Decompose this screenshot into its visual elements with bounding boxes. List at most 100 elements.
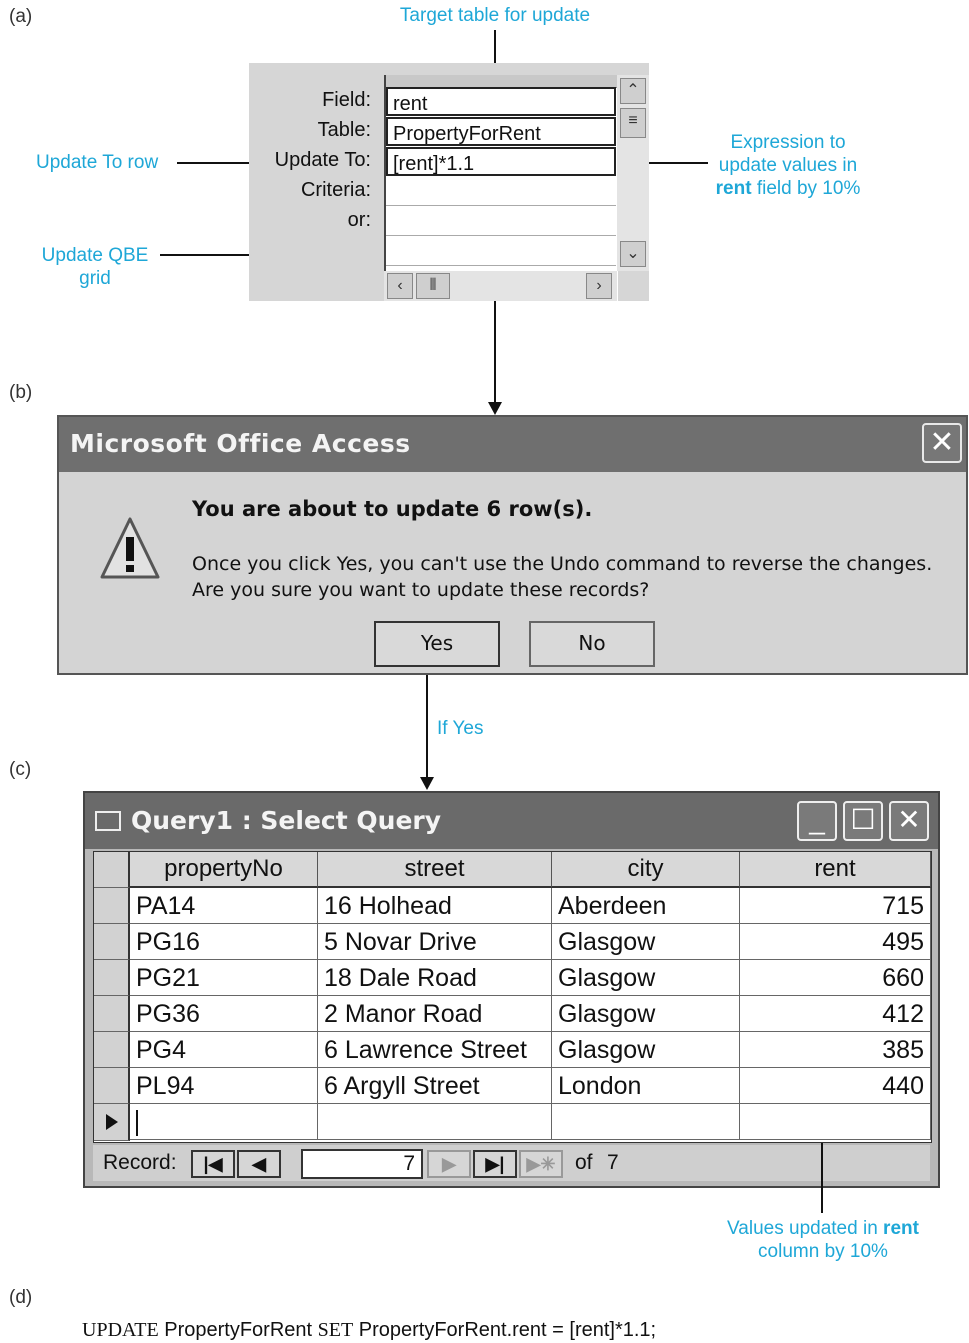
new-record-cell[interactable] bbox=[318, 1104, 552, 1140]
table-cell[interactable]: PG16 bbox=[130, 924, 318, 960]
column-header[interactable]: propertyNo bbox=[130, 852, 318, 888]
table-cell[interactable]: Glasgow bbox=[552, 1032, 740, 1068]
dialog-message-bold: You are about to update 6 row(s). bbox=[192, 497, 593, 521]
table-cell[interactable]: PG4 bbox=[130, 1032, 318, 1068]
close-icon[interactable]: ✕ bbox=[922, 423, 962, 463]
current-record-icon bbox=[106, 1114, 118, 1130]
panel-label-d: (d) bbox=[9, 1287, 33, 1308]
close-window-icon[interactable]: ✕ bbox=[889, 801, 929, 841]
new-record-cell[interactable] bbox=[740, 1104, 931, 1140]
warning-icon bbox=[100, 517, 160, 579]
qbe-label-table: Table: bbox=[317, 119, 371, 141]
table-cell[interactable]: 6 Argyll Street bbox=[318, 1068, 552, 1104]
callout-expression-line2: update values in bbox=[718, 155, 858, 176]
select-all-corner[interactable] bbox=[94, 852, 130, 888]
scroll-right-icon[interactable]: › bbox=[586, 273, 612, 299]
column-header[interactable]: city bbox=[552, 852, 740, 888]
row-selector[interactable] bbox=[94, 1032, 130, 1068]
scroll-up-icon[interactable]: ⌃ bbox=[620, 78, 646, 104]
sql-table: PropertyForRent bbox=[158, 1319, 318, 1341]
maximize-icon[interactable]: ☐ bbox=[843, 801, 883, 841]
record-total: 7 bbox=[607, 1151, 619, 1174]
first-record-icon[interactable]: |◀ bbox=[191, 1150, 235, 1178]
qbe-horizontal-scrollbar[interactable]: ‹ ⦀ › bbox=[384, 271, 617, 301]
callout-values-pre: Values updated in bbox=[727, 1218, 884, 1239]
table-cell[interactable]: PG21 bbox=[130, 960, 318, 996]
table-cell[interactable]: 385 bbox=[740, 1032, 931, 1068]
last-record-icon[interactable]: ▶| bbox=[473, 1150, 517, 1178]
new-record-icon[interactable]: ▶✳ bbox=[519, 1150, 563, 1178]
qbe-vertical-scrollbar[interactable]: ⌃ ≡ ⌄ bbox=[617, 75, 649, 271]
no-button[interactable]: No bbox=[529, 621, 655, 667]
table-cell[interactable]: 5 Novar Drive bbox=[318, 924, 552, 960]
new-record-cell[interactable] bbox=[130, 1104, 318, 1140]
dialog-titlebar[interactable]: Microsoft Office Access ✕ bbox=[59, 417, 966, 472]
callout-values-updated: Values updated in rent column by 10% bbox=[700, 1217, 946, 1263]
row-selector[interactable] bbox=[94, 888, 130, 924]
datasheet-grid: propertyNo street city rent PA14 16 Holh… bbox=[93, 851, 932, 1143]
table-cell[interactable]: PL94 bbox=[130, 1068, 318, 1104]
table-cell[interactable]: 16 Holhead bbox=[318, 888, 552, 924]
qbe-label-or: or: bbox=[347, 209, 371, 231]
hscroll-thumb[interactable]: ⦀ bbox=[416, 273, 450, 299]
dialog-message: Once you click Yes, you can't use the Un… bbox=[192, 551, 932, 603]
new-record-selector[interactable] bbox=[94, 1104, 130, 1141]
sql-keyword-set: SET bbox=[317, 1319, 354, 1341]
column-header[interactable]: street bbox=[318, 852, 552, 888]
panel-label-c: (c) bbox=[9, 759, 32, 780]
row-selector[interactable] bbox=[94, 924, 130, 960]
table-cell[interactable]: 412 bbox=[740, 996, 931, 1032]
previous-record-icon[interactable]: ◀ bbox=[237, 1150, 281, 1178]
sql-assignment: PropertyForRent.rent = [rent]*1.1; bbox=[353, 1319, 657, 1341]
callout-qbe-grid-line1: Update QBE bbox=[41, 245, 149, 266]
new-record-cell[interactable] bbox=[552, 1104, 740, 1140]
row-selector[interactable] bbox=[94, 1068, 130, 1104]
table-cell[interactable]: Aberdeen bbox=[552, 888, 740, 924]
table-cell[interactable]: 715 bbox=[740, 888, 931, 924]
scroll-down-icon[interactable]: ⌄ bbox=[620, 241, 646, 267]
update-qbe-grid: Field: Table: Update To: Criteria: or: r… bbox=[249, 63, 649, 301]
table-cell[interactable]: Glasgow bbox=[552, 996, 740, 1032]
table-cell[interactable]: PG36 bbox=[130, 996, 318, 1032]
column-header[interactable]: rent bbox=[740, 852, 931, 888]
qbe-or-cell[interactable] bbox=[386, 207, 616, 236]
query-titlebar[interactable]: Query1 : Select Query _ ☐ ✕ bbox=[85, 793, 938, 849]
qbe-label-criteria: Criteria: bbox=[300, 179, 371, 201]
qbe-field-cell[interactable]: rent bbox=[386, 87, 616, 116]
minimize-icon[interactable]: _ bbox=[797, 801, 837, 841]
table-cell[interactable]: PA14 bbox=[130, 888, 318, 924]
table-cell[interactable]: Glasgow bbox=[552, 960, 740, 996]
row-selector[interactable] bbox=[94, 960, 130, 996]
record-navigator: Record: |◀ ◀ 7 ▶ ▶| ▶✳ of 7 bbox=[93, 1145, 930, 1181]
dialog-message-line2: Are you sure you want to update these re… bbox=[192, 579, 650, 601]
next-record-icon[interactable]: ▶ bbox=[427, 1150, 471, 1178]
callout-target-table: Target table for update bbox=[399, 5, 591, 26]
record-label: Record: bbox=[103, 1151, 177, 1174]
arrow-head-a-to-b bbox=[488, 402, 502, 415]
callout-qbe-grid: Update QBE grid bbox=[30, 244, 160, 290]
table-cell[interactable]: 18 Dale Road bbox=[318, 960, 552, 996]
callout-expression-line1: Expression to bbox=[730, 132, 846, 153]
yes-button[interactable]: Yes bbox=[374, 621, 500, 667]
query-window: Query1 : Select Query _ ☐ ✕ propertyNo s… bbox=[83, 791, 940, 1188]
callout-line-qbe-grid bbox=[160, 254, 249, 256]
table-cell[interactable]: 6 Lawrence Street bbox=[318, 1032, 552, 1068]
qbe-empty-cell[interactable] bbox=[386, 237, 616, 266]
record-number-input[interactable]: 7 bbox=[301, 1149, 423, 1179]
qbe-label-field: Field: bbox=[322, 89, 371, 111]
row-selector[interactable] bbox=[94, 996, 130, 1032]
table-cell[interactable]: 495 bbox=[740, 924, 931, 960]
qbe-update-to-cell[interactable]: [rent]*1.1 bbox=[386, 147, 616, 176]
scroll-left-icon[interactable]: ‹ bbox=[387, 273, 413, 299]
scroll-thumb[interactable]: ≡ bbox=[620, 108, 646, 138]
qbe-criteria-cell[interactable] bbox=[386, 177, 616, 206]
qbe-table-cell[interactable]: PropertyForRent bbox=[386, 117, 616, 146]
table-cell[interactable]: London bbox=[552, 1068, 740, 1104]
panel-label-a: (a) bbox=[9, 6, 33, 27]
table-cell[interactable]: Glasgow bbox=[552, 924, 740, 960]
callout-expression: Expression to update values in rent fiel… bbox=[700, 131, 876, 200]
table-cell[interactable]: 440 bbox=[740, 1068, 931, 1104]
arrow-a-to-b bbox=[494, 301, 496, 405]
table-cell[interactable]: 2 Manor Road bbox=[318, 996, 552, 1032]
table-cell[interactable]: 660 bbox=[740, 960, 931, 996]
